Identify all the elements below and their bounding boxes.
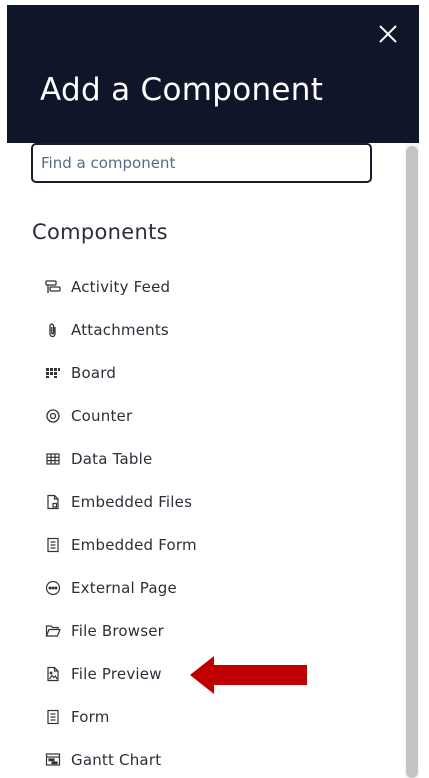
list-item-file-browser[interactable]: File Browser (44, 609, 164, 652)
list-item-label: File Browser (71, 621, 165, 640)
panel-title: Add a Component (40, 72, 324, 108)
list-item-attachments[interactable]: Attachments (44, 308, 169, 351)
list-item-label: Board (71, 363, 117, 382)
list-item-data-table[interactable]: Data Table (44, 437, 152, 480)
gantt-chart-icon (44, 751, 62, 769)
ellipsis-circle-icon (44, 579, 62, 597)
list-item-label: Form (71, 707, 110, 726)
board-icon (44, 364, 62, 382)
file-image-icon (44, 665, 62, 683)
form-icon (44, 536, 62, 554)
list-item-label: Gantt Chart (71, 750, 162, 769)
list-item-label: Embedded Form (71, 535, 197, 554)
list-item-external-page[interactable]: External Page (44, 566, 177, 609)
file-icon (44, 493, 62, 511)
list-item-label: Counter (71, 406, 133, 425)
close-icon (379, 25, 397, 43)
section-heading-components: Components (32, 220, 168, 244)
list-item-counter[interactable]: Counter (44, 394, 132, 437)
list-item-label: Embedded Files (71, 492, 193, 511)
list-item-file-preview[interactable]: File Preview (44, 652, 162, 695)
list-item-label: Data Table (71, 449, 153, 468)
list-item-gantt-chart[interactable]: Gantt Chart (44, 738, 161, 778)
list-item-embedded-form[interactable]: Embedded Form (44, 523, 197, 566)
counter-icon (44, 407, 62, 425)
list-item-label: Attachments (71, 320, 169, 339)
folder-open-icon (44, 622, 62, 640)
activity-feed-icon (44, 278, 62, 296)
scrollbar-thumb[interactable] (406, 146, 418, 778)
list-item-label: File Preview (71, 664, 162, 683)
table-icon (44, 450, 62, 468)
paperclip-icon (44, 321, 62, 339)
search-input[interactable] (31, 143, 372, 183)
list-item-label: External Page (71, 578, 177, 597)
panel-header: Add a Component (7, 5, 419, 143)
list-item-embedded-files[interactable]: Embedded Files (44, 480, 192, 523)
list-item-board[interactable]: Board (44, 351, 116, 394)
add-component-panel: Add a Component Components Activity Feed… (0, 0, 429, 778)
list-item-activity-feed[interactable]: Activity Feed (44, 265, 170, 308)
list-item-label: Activity Feed (71, 277, 171, 296)
close-button[interactable] (371, 17, 405, 51)
form-icon (44, 708, 62, 726)
red-arrow-annotation (190, 656, 307, 694)
list-item-form[interactable]: Form (44, 695, 110, 738)
